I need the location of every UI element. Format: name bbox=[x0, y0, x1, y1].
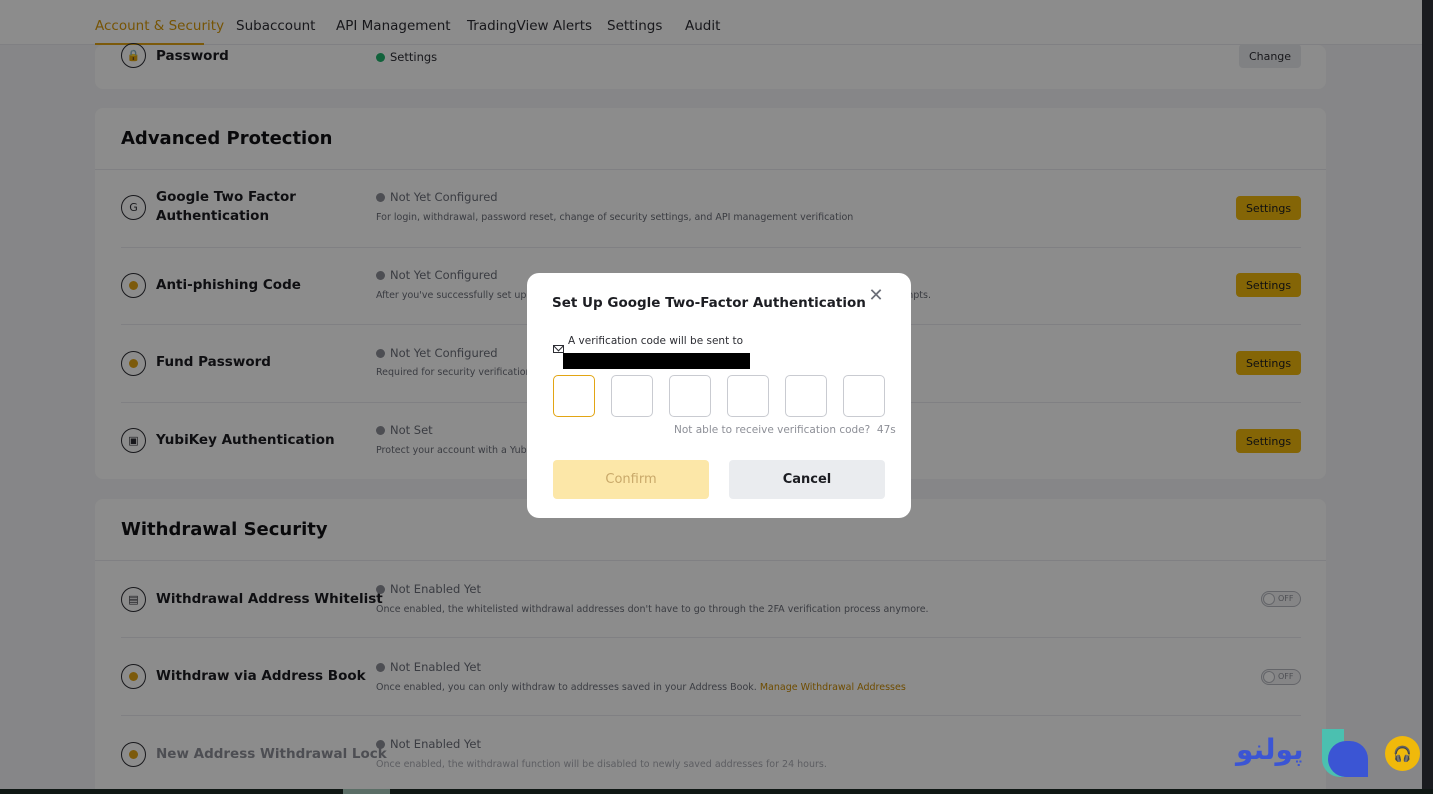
logo-shape bbox=[1328, 741, 1368, 777]
resend-text[interactable]: Not able to receive verification code? bbox=[674, 424, 870, 436]
code-sent-text: A verification code will be sent to bbox=[568, 335, 744, 347]
redacted-email bbox=[563, 353, 750, 369]
horizontal-scrollbar[interactable] bbox=[0, 789, 1433, 794]
code-digit-input[interactable] bbox=[553, 375, 595, 417]
close-icon[interactable]: ✕ bbox=[867, 287, 885, 305]
mail-icon bbox=[553, 345, 564, 353]
resend-countdown: 47s bbox=[876, 424, 896, 436]
code-digit-input[interactable] bbox=[611, 375, 653, 417]
dialog-title: Set Up Google Two-Factor Authentication bbox=[552, 295, 866, 311]
cancel-button[interactable]: Cancel bbox=[729, 460, 885, 499]
code-digit-input[interactable] bbox=[727, 375, 769, 417]
resend-code-row: Not able to receive verification code? 4… bbox=[674, 424, 896, 436]
code-digit-input[interactable] bbox=[669, 375, 711, 417]
confirm-button[interactable]: Confirm bbox=[553, 460, 709, 499]
brand-watermark-logo: پولنو bbox=[1236, 727, 1368, 779]
watermark-text: پولنو bbox=[1236, 733, 1304, 766]
support-headset-icon[interactable]: 🎧 bbox=[1385, 736, 1420, 771]
window-edge bbox=[1422, 0, 1433, 794]
scrollbar-thumb[interactable] bbox=[343, 789, 390, 794]
code-digit-input[interactable] bbox=[843, 375, 885, 417]
code-digit-input[interactable] bbox=[785, 375, 827, 417]
google-2fa-setup-dialog: Set Up Google Two-Factor Authentication … bbox=[527, 273, 911, 518]
